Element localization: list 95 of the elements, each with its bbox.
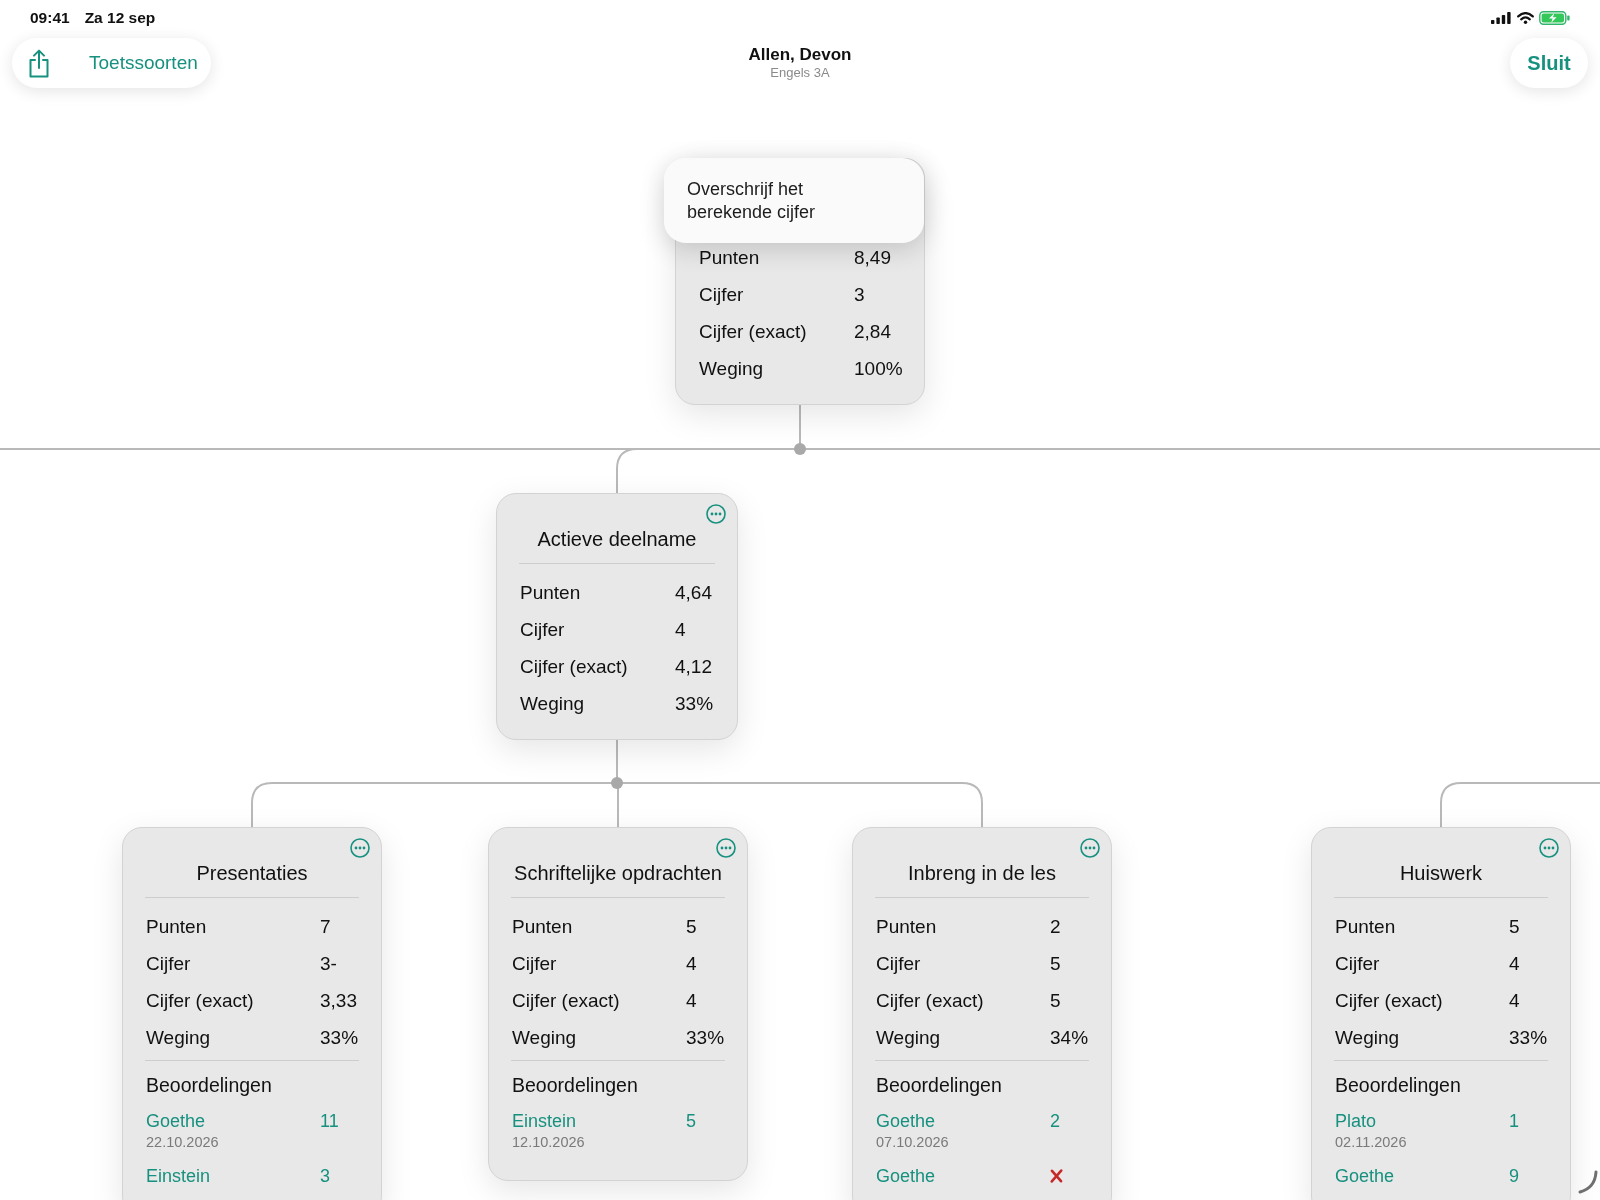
share-icon — [28, 48, 50, 78]
signal-icon — [1491, 12, 1511, 24]
share-button[interactable] — [28, 48, 50, 78]
menu-item[interactable]: Overschrijf het berekende cijfer — [687, 178, 819, 224]
ratings-heading: Beoordelingen — [512, 1073, 638, 1097]
ratings-heading: Beoordelingen — [146, 1073, 272, 1097]
rating-date: 02.11.2026 — [1335, 1133, 1407, 1152]
stat-value: 33% — [686, 1026, 725, 1049]
stat-label: Cijfer — [520, 618, 565, 641]
stat-value: 8,49 — [854, 246, 891, 269]
ratings-heading: Beoordelingen — [876, 1073, 1002, 1097]
stat-value: 100% — [854, 357, 903, 380]
rating-name[interactable]: Plato — [1335, 1110, 1377, 1132]
stat-label: Cijfer (exact) — [699, 320, 807, 343]
resize-handle-icon[interactable] — [1578, 1170, 1598, 1194]
battery-icon — [1539, 11, 1570, 25]
stat-label: Weging — [876, 1026, 941, 1049]
stat-label: Weging — [699, 357, 764, 380]
stat-value: 3- — [320, 952, 337, 975]
stat-label: Punten — [146, 915, 207, 938]
rating-name[interactable]: Einstein — [512, 1110, 577, 1132]
status-time: 09:41 — [30, 9, 70, 27]
rating-date: 07.10.2026 — [876, 1133, 949, 1152]
rating-grade[interactable]: 3 — [320, 1165, 330, 1187]
stat-label: Weging — [520, 692, 585, 715]
ratings-heading: Beoordelingen — [1335, 1073, 1461, 1097]
stat-value: 5 — [1050, 989, 1061, 1012]
stat-label: Cijfer (exact) — [512, 989, 620, 1012]
more-icon[interactable] — [350, 838, 370, 858]
stat-label: Cijfer — [512, 952, 557, 975]
stat-value: 4 — [1509, 989, 1520, 1012]
stat-value: 34% — [1050, 1026, 1089, 1049]
more-icon[interactable] — [1539, 838, 1559, 858]
stat-value: 4,12 — [675, 655, 712, 678]
stat-value: 7 — [320, 915, 331, 938]
rating-date: 22.10.2026 — [146, 1133, 219, 1152]
nav-title: Allen, Devon — [748, 45, 852, 65]
stat-value: 2 — [1050, 915, 1061, 938]
rating-grade[interactable]: 5 — [686, 1110, 696, 1132]
card-title: Schriftelijke opdrachten — [514, 861, 722, 885]
card-title: Huiswerk — [1399, 861, 1483, 885]
stat-value: 3,33 — [320, 989, 357, 1012]
test-types-button[interactable]: Toetssoorten — [89, 51, 198, 75]
status-date: Za 12 sep — [84, 9, 156, 27]
card-title: Inbreng in de les — [908, 861, 1056, 885]
more-icon[interactable] — [1080, 838, 1100, 858]
stat-value: 4 — [1509, 952, 1520, 975]
stat-value: 5 — [1509, 915, 1520, 938]
close-button[interactable]: Sluit — [1510, 38, 1588, 88]
stat-value: 4 — [686, 952, 697, 975]
stat-label: Cijfer (exact) — [876, 989, 984, 1012]
nav-subtitle: Engels 3A — [770, 65, 830, 81]
stat-value: 33% — [1509, 1026, 1548, 1049]
card-title: Actieve deelname — [537, 527, 697, 551]
stat-label: Cijfer (exact) — [1335, 989, 1443, 1012]
card-title: Presentaties — [196, 861, 308, 885]
stat-label: Punten — [520, 581, 581, 604]
stat-value: 4,64 — [675, 581, 712, 604]
cross-mark-icon — [1050, 1169, 1063, 1183]
stat-label: Weging — [1335, 1026, 1400, 1049]
stat-label: Cijfer — [876, 952, 921, 975]
wifi-icon — [1517, 12, 1534, 24]
stat-value: 4 — [686, 989, 697, 1012]
stat-value: 5 — [1050, 952, 1061, 975]
stat-label: Cijfer — [146, 952, 191, 975]
rating-date: 12.10.2026 — [512, 1133, 585, 1152]
stat-value: 5 — [686, 915, 697, 938]
rating-name[interactable]: Einstein — [146, 1165, 211, 1187]
rating-name[interactable]: Goethe — [1335, 1165, 1395, 1187]
stat-label: Cijfer — [699, 283, 744, 306]
stat-value: 3 — [854, 283, 865, 306]
rating-name[interactable]: Goethe — [876, 1110, 936, 1132]
more-icon[interactable] — [716, 838, 736, 858]
rating-name[interactable]: Goethe — [146, 1110, 206, 1132]
stat-value: 4 — [675, 618, 686, 641]
rating-grade[interactable]: 1 — [1509, 1110, 1519, 1132]
stat-value: 33% — [675, 692, 714, 715]
junction-dot — [611, 777, 623, 789]
rating-grade[interactable]: 9 — [1509, 1165, 1519, 1187]
stat-label: Cijfer (exact) — [146, 989, 254, 1012]
more-icon[interactable] — [706, 504, 726, 524]
stat-label: Punten — [876, 915, 937, 938]
junction-dot — [794, 443, 806, 455]
stat-label: Cijfer (exact) — [520, 655, 628, 678]
stat-label: Weging — [146, 1026, 211, 1049]
stat-label: Cijfer — [1335, 952, 1380, 975]
stat-label: Weging — [512, 1026, 577, 1049]
rating-grade[interactable]: 2 — [1050, 1110, 1060, 1132]
stat-value: 33% — [320, 1026, 359, 1049]
rating-name[interactable]: Goethe — [876, 1165, 936, 1187]
stat-label: Punten — [1335, 915, 1396, 938]
stat-label: Punten — [699, 246, 760, 269]
rating-grade[interactable]: 11 — [320, 1110, 339, 1132]
stat-label: Punten — [512, 915, 573, 938]
stat-value: 2,84 — [854, 320, 891, 343]
